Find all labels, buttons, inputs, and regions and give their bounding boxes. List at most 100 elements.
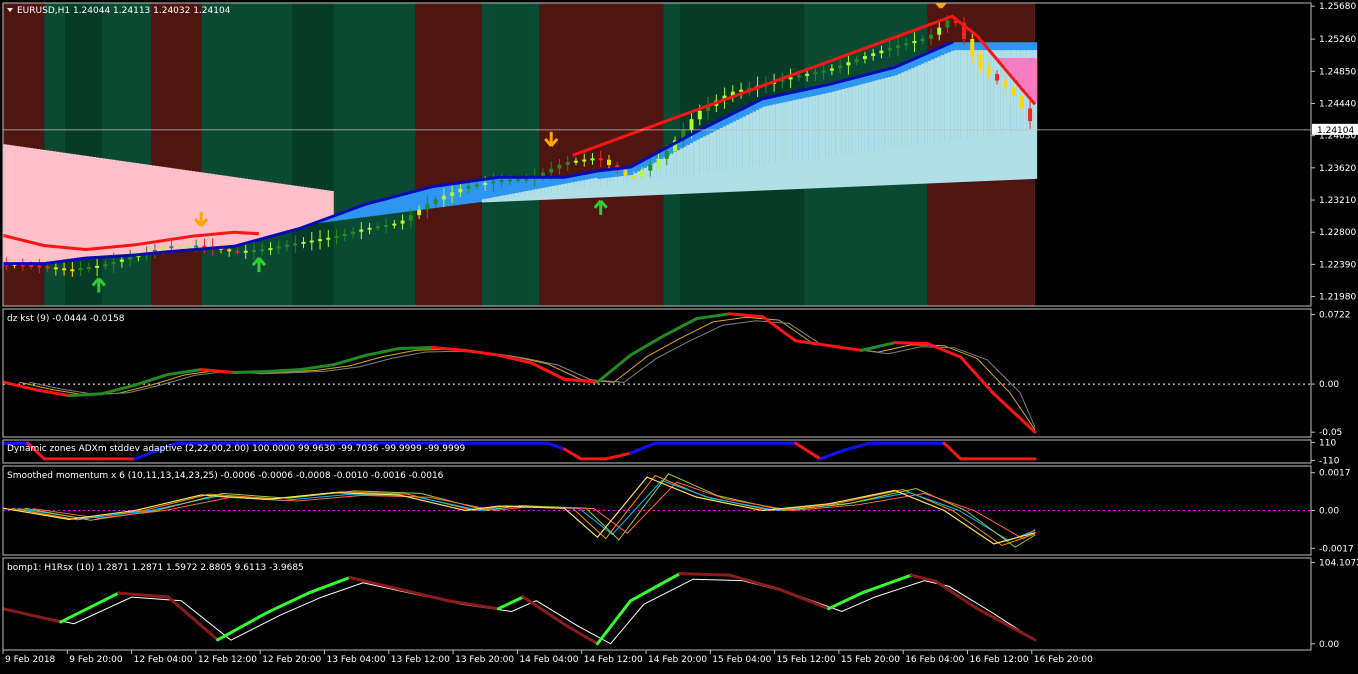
lightblue-cloud-bar bbox=[700, 138, 704, 193]
candle-body bbox=[838, 65, 842, 68]
lightblue-cloud-bar bbox=[819, 95, 823, 188]
indicator-line bbox=[267, 593, 308, 612]
candle-body bbox=[855, 59, 859, 62]
axis-tick-label: -0.05 bbox=[1319, 428, 1342, 438]
lightblue-cloud-bar bbox=[627, 175, 631, 196]
candle-body bbox=[648, 165, 652, 171]
axis-tick-label: -110 bbox=[1319, 457, 1340, 467]
lightblue-cloud-bar bbox=[568, 183, 572, 199]
lightblue-cloud-bar bbox=[687, 145, 691, 194]
time-tick-label: 9 Feb 2018 bbox=[5, 655, 56, 665]
indicator-line bbox=[350, 577, 400, 589]
pink-cloud-bar bbox=[128, 162, 132, 255]
candle-body bbox=[879, 51, 883, 54]
lightblue-cloud-bar bbox=[614, 177, 618, 197]
lightblue-cloud-bar bbox=[971, 50, 975, 181]
indicator-line bbox=[606, 453, 631, 459]
blue-cloud-bar bbox=[383, 200, 387, 215]
pink-cloud-bar bbox=[79, 155, 83, 259]
pink-cloud-bar bbox=[274, 183, 278, 236]
candle-body bbox=[293, 243, 297, 245]
time-tick-label: 12 Feb 20:00 bbox=[262, 655, 321, 665]
indicator-line bbox=[730, 575, 780, 589]
blue-cloud-bar bbox=[429, 188, 433, 209]
lightblue-cloud-bar bbox=[551, 186, 555, 199]
lightblue-cloud-bar bbox=[918, 65, 922, 184]
candle-body bbox=[822, 71, 826, 73]
time-tick-label: 14 Feb 12:00 bbox=[584, 655, 643, 665]
indicator-line bbox=[564, 508, 597, 537]
lightblue-cloud-bar bbox=[944, 54, 948, 183]
candle-body bbox=[302, 242, 306, 244]
candle-body bbox=[368, 228, 372, 230]
candle-body bbox=[359, 230, 363, 232]
candle-body bbox=[508, 180, 512, 182]
pink-cloud-bar bbox=[228, 176, 232, 247]
candle-body bbox=[112, 262, 116, 264]
pink-cloud-bar bbox=[33, 149, 37, 264]
lightblue-cloud-bar bbox=[683, 147, 687, 194]
lightblue-cloud-bar bbox=[947, 52, 951, 182]
current-price-label: 1.24104 bbox=[1317, 126, 1354, 136]
indicator-line bbox=[663, 319, 696, 336]
candle-body bbox=[574, 161, 578, 163]
pink-cloud-bar bbox=[138, 164, 142, 255]
momentum-panel[interactable] bbox=[3, 474, 1311, 547]
lightblue-cloud-bar bbox=[730, 123, 734, 192]
price-axis[interactable]: 1.256801.252601.248501.244401.240301.236… bbox=[1311, 2, 1356, 302]
lightblue-cloud-bar bbox=[951, 51, 955, 183]
rsx-panel[interactable] bbox=[3, 574, 1035, 644]
time-tick-label: 15 Feb 04:00 bbox=[712, 655, 771, 665]
indicator-line bbox=[399, 589, 449, 601]
candle-body bbox=[830, 68, 834, 70]
lightblue-cloud-bar bbox=[677, 150, 681, 194]
lightblue-cloud-bar bbox=[921, 64, 925, 184]
blue-cloud-bar bbox=[360, 206, 364, 217]
lightblue-cloud-bar bbox=[898, 74, 902, 185]
lightblue-cloud-bar bbox=[805, 97, 809, 188]
candle-body bbox=[186, 246, 190, 248]
candle-body bbox=[235, 251, 239, 253]
lightblue-cloud-bar bbox=[934, 58, 938, 183]
time-axis[interactable]: 9 Feb 20189 Feb 20:0012 Feb 04:0012 Feb … bbox=[3, 650, 1093, 665]
pink-cloud-bar bbox=[224, 176, 228, 247]
lightblue-cloud-bar bbox=[485, 199, 489, 203]
lightblue-cloud-bar bbox=[957, 50, 961, 182]
momentum-lines bbox=[3, 474, 1311, 547]
pink-cloud-bar bbox=[76, 155, 80, 260]
main-price-panel[interactable] bbox=[3, 0, 1311, 306]
pink-cloud-bar bbox=[36, 149, 40, 264]
pink-cloud-bar bbox=[310, 188, 314, 225]
indicator-line bbox=[895, 490, 945, 510]
lightblue-cloud-bar bbox=[938, 57, 942, 183]
candle-body bbox=[392, 224, 396, 226]
indicator-line bbox=[399, 347, 432, 348]
candle-body bbox=[442, 196, 446, 200]
blue-cloud-bar bbox=[412, 192, 416, 211]
pink-cloud-bar bbox=[92, 157, 96, 258]
time-tick-label: 15 Feb 20:00 bbox=[841, 655, 900, 665]
lightblue-cloud-bar bbox=[964, 50, 968, 182]
price-tick-label: 1.24440 bbox=[1319, 99, 1356, 109]
momentum-title: Smoothed momentum x 6 (10,11,13,14,23,25… bbox=[7, 471, 444, 481]
candle-body bbox=[343, 234, 347, 236]
pink-cloud-bar bbox=[1033, 58, 1037, 102]
candle-body bbox=[937, 28, 941, 35]
pink-cloud-bar bbox=[1014, 58, 1018, 79]
pink-cloud-bar bbox=[1030, 58, 1034, 99]
candle-body bbox=[70, 269, 74, 271]
pink-cloud-bar bbox=[195, 172, 199, 250]
lightblue-cloud-bar bbox=[815, 95, 819, 188]
candle-body bbox=[1028, 109, 1032, 122]
candle-body bbox=[863, 56, 867, 59]
candle-body bbox=[227, 249, 231, 251]
indicator-line bbox=[3, 609, 61, 622]
kst-panel[interactable] bbox=[3, 314, 1311, 432]
candle-body bbox=[624, 170, 628, 175]
candle-body bbox=[103, 264, 107, 266]
candle-body bbox=[929, 35, 933, 39]
lightblue-cloud-bar bbox=[584, 180, 588, 198]
pink-cloud-bar bbox=[204, 173, 208, 249]
lightblue-cloud-bar bbox=[521, 192, 525, 201]
lightblue-cloud-bar bbox=[789, 101, 793, 189]
